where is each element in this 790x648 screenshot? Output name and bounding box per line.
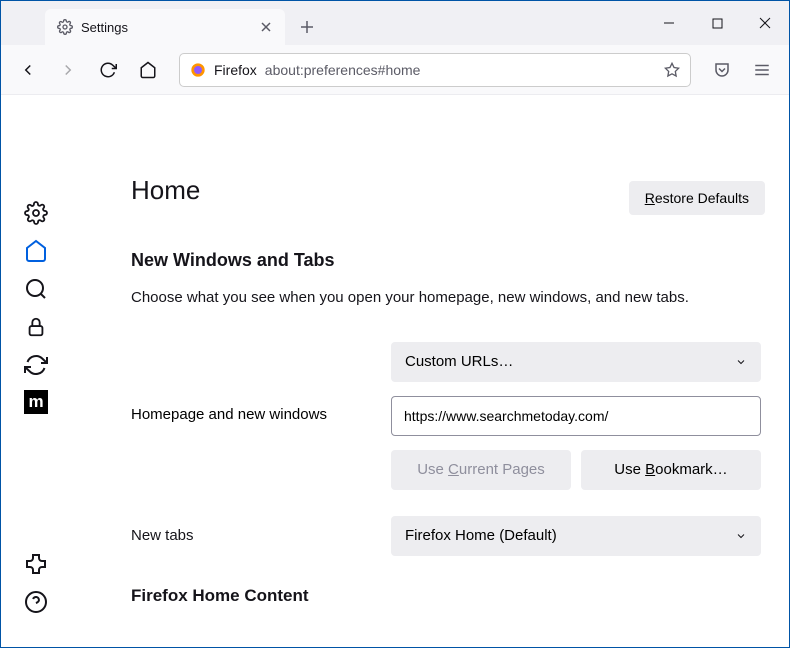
newtabs-select[interactable]: Firefox Home (Default): [391, 516, 761, 556]
rail-home[interactable]: [23, 238, 49, 264]
homepage-mode-select[interactable]: Custom URLs…: [391, 342, 761, 382]
newtabs-value: Firefox Home (Default): [405, 527, 557, 544]
rail-extensions[interactable]: [23, 551, 49, 577]
reload-button[interactable]: [91, 53, 125, 87]
minimize-button[interactable]: [645, 1, 693, 45]
tab-label: Settings: [81, 20, 251, 35]
section-description: Choose what you see when you open your h…: [131, 287, 765, 310]
tab-strip: Settings: [1, 9, 645, 45]
url-bar[interactable]: Firefox about:preferences#home: [179, 53, 691, 87]
window-controls: [645, 1, 789, 45]
gear-icon: [57, 19, 73, 35]
homepage-mode-value: Custom URLs…: [405, 353, 513, 370]
firefox-logo-icon: [190, 62, 206, 78]
rail-sync[interactable]: [23, 352, 49, 378]
new-tab-button[interactable]: [291, 11, 323, 43]
use-bookmark-button[interactable]: Use Bookmark…: [581, 450, 761, 490]
url-path: about:preferences#home: [265, 62, 421, 78]
rail-more[interactable]: m: [24, 390, 48, 414]
section-title: New Windows and Tabs: [131, 250, 765, 271]
pocket-button[interactable]: [705, 53, 739, 87]
toolbar: Firefox about:preferences#home: [1, 45, 789, 95]
app-menu-button[interactable]: [745, 53, 779, 87]
rail-search[interactable]: [23, 276, 49, 302]
newtabs-label: New tabs: [131, 527, 391, 544]
forward-button[interactable]: [51, 53, 85, 87]
main-panel: Home Restore Defaults New Windows and Ta…: [71, 95, 789, 647]
bookmark-star-icon[interactable]: [664, 62, 680, 78]
restore-defaults-button[interactable]: Restore Defaults: [629, 181, 765, 215]
rail-help[interactable]: [23, 589, 49, 615]
url-source-label: Firefox: [214, 62, 257, 78]
home-button[interactable]: [131, 53, 165, 87]
close-window-button[interactable]: [741, 1, 789, 45]
close-icon[interactable]: [259, 20, 273, 34]
chevron-down-icon: [735, 530, 747, 542]
chevron-down-icon: [735, 356, 747, 368]
homepage-url-input[interactable]: [391, 396, 761, 436]
homepage-label: Homepage and new windows: [131, 396, 391, 436]
rail-general[interactable]: [23, 200, 49, 226]
category-rail: m: [1, 95, 71, 647]
titlebar: Settings: [1, 1, 789, 45]
use-current-pages-button[interactable]: Use Current Pages: [391, 450, 571, 490]
rail-privacy[interactable]: [23, 314, 49, 340]
maximize-button[interactable]: [693, 1, 741, 45]
tab-settings[interactable]: Settings: [45, 9, 285, 45]
content-area: m Home Restore Defaults New Windows and …: [1, 95, 789, 647]
back-button[interactable]: [11, 53, 45, 87]
section2-title: Firefox Home Content: [131, 586, 765, 606]
